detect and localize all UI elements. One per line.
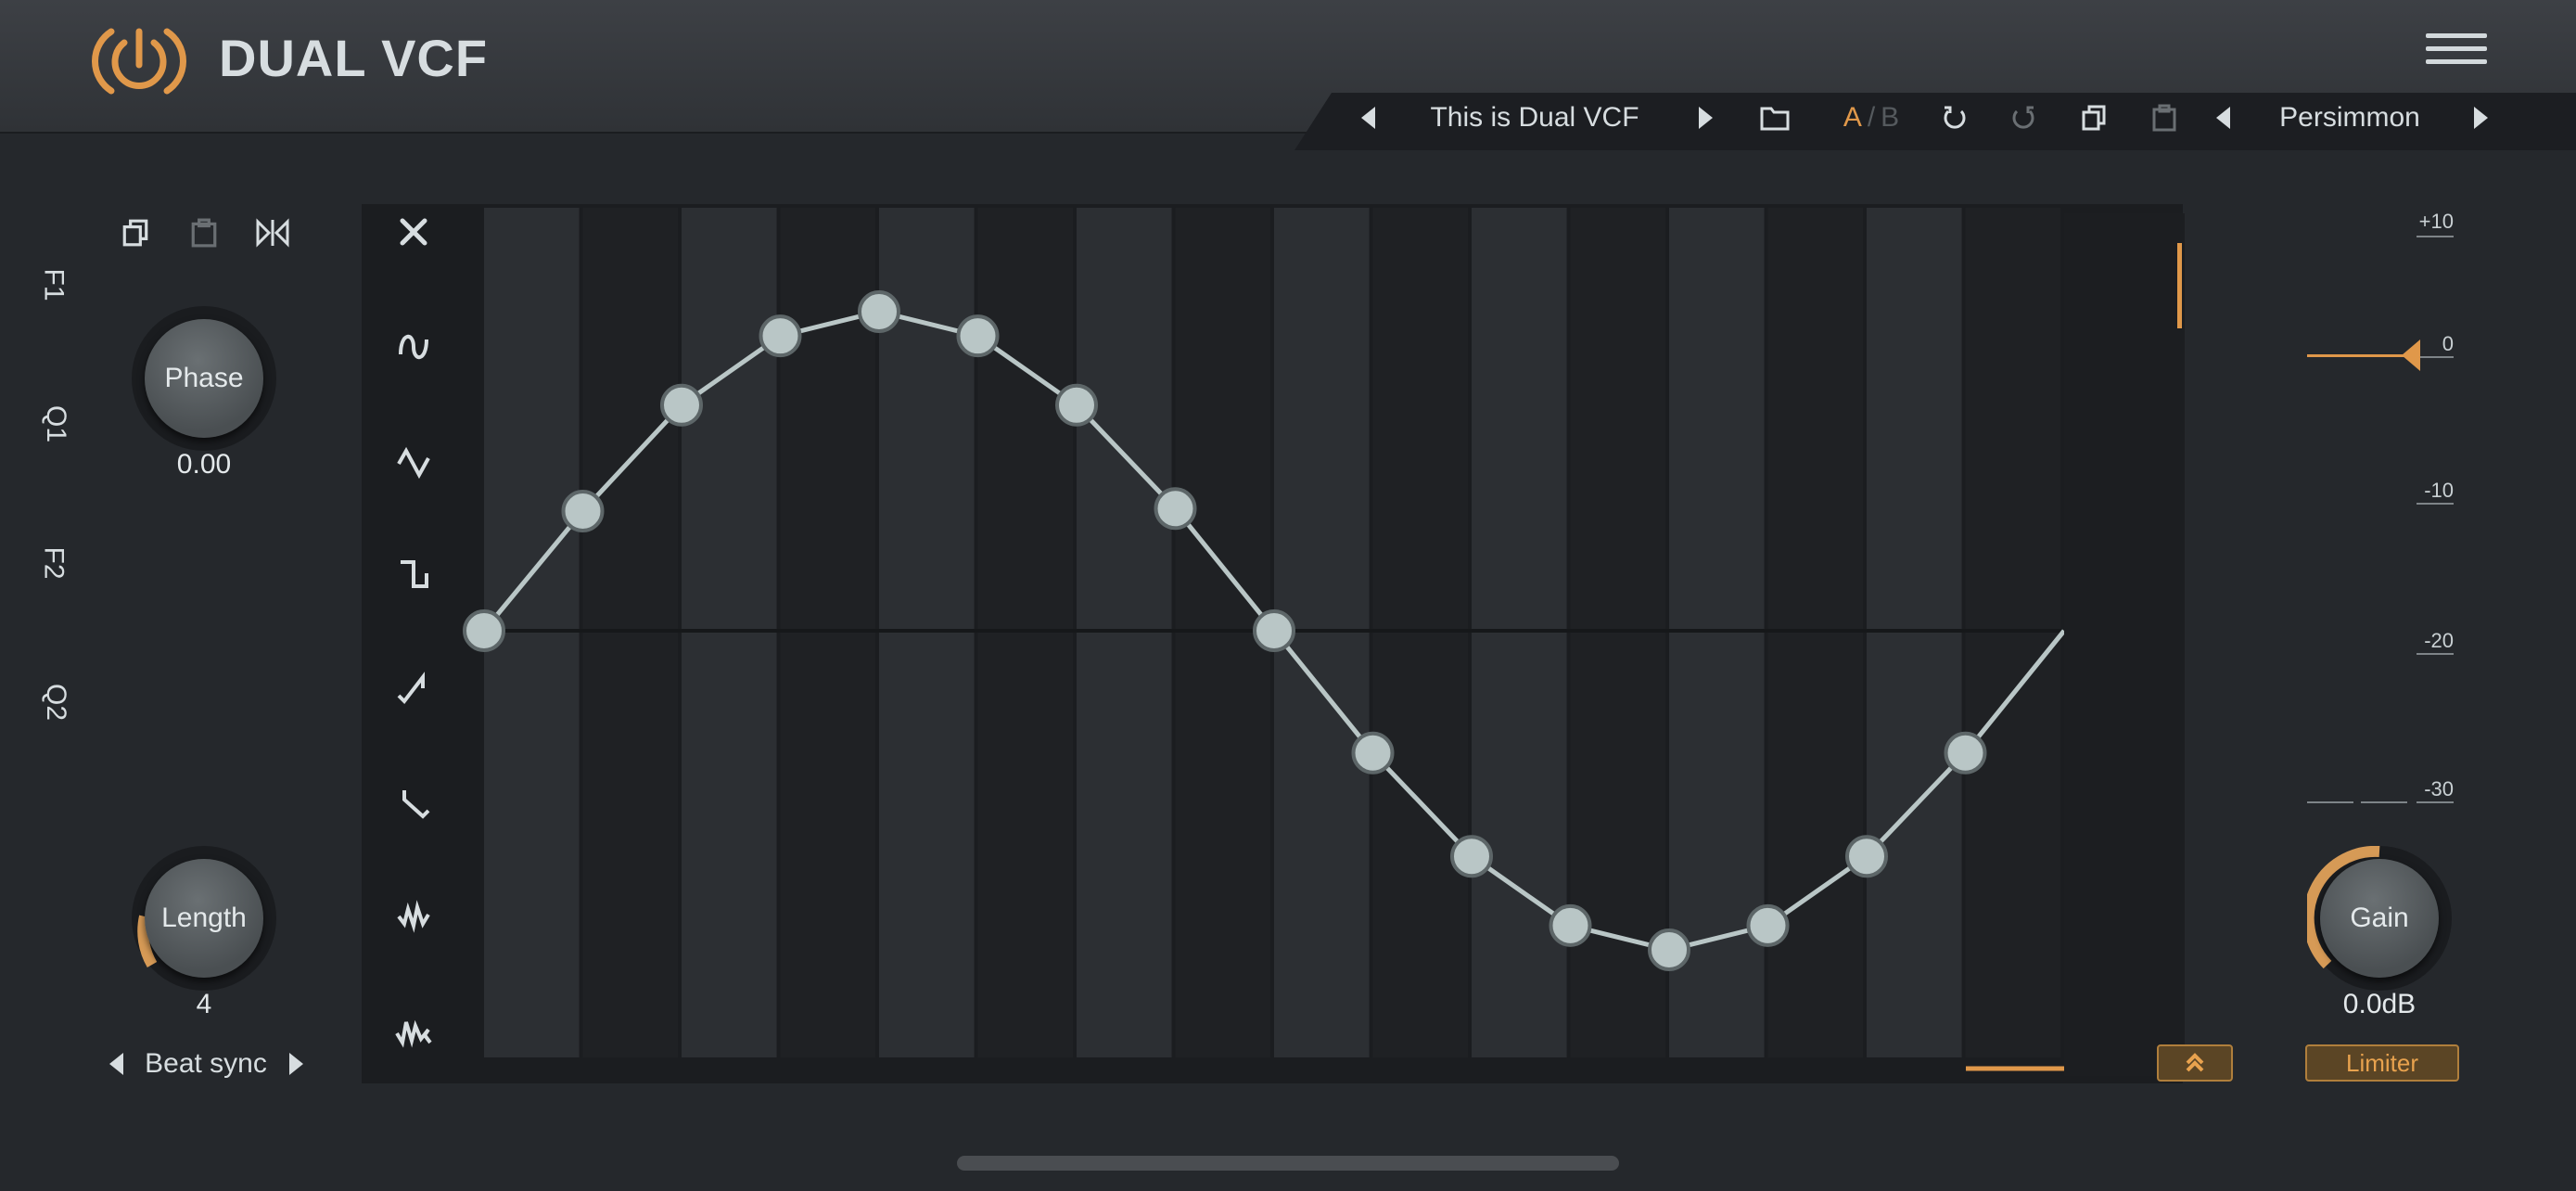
curve-point-handle[interactable] [1450,835,1493,878]
gain-knob[interactable]: Gain [2307,846,2452,991]
tab-q1[interactable]: Q1 [40,405,71,442]
scale-tick [2417,503,2454,505]
curve-point-handle[interactable] [1549,903,1592,947]
tab-f1[interactable]: F1 [38,268,70,301]
meter-mark [2361,801,2407,803]
limiter-button[interactable]: Limiter [2305,1044,2459,1082]
scale-tick [2417,356,2454,358]
curve-point-handle[interactable] [463,609,505,652]
curve-point-handle[interactable] [561,490,605,532]
scale-tick [2417,653,2454,655]
curve-point-handle[interactable] [660,383,703,427]
scale-tick [2417,801,2454,803]
scale-label-minus10: -10 [2424,479,2454,502]
curve-point-handle[interactable] [1648,928,1690,971]
scale-label-minus30: -30 [2424,777,2454,800]
active-tab-indicator [2177,243,2182,328]
curve-point-handle[interactable] [1845,835,1888,878]
plugin-window: DUAL VCF This is Dual VCF A / B Persimmo… [0,0,2576,1191]
scale-tick [2417,236,2454,237]
tab-f2[interactable]: F2 [38,546,70,579]
curve-point-handle[interactable] [956,314,1000,358]
scale-label-minus20: -20 [2424,629,2454,652]
curve-point-handle[interactable] [1154,487,1197,531]
curve-point-handle[interactable] [759,314,802,358]
expand-button[interactable] [2157,1044,2233,1082]
parameter-tabs [2064,213,2185,1076]
curve-point-handle[interactable] [1351,731,1395,775]
curve-point-handle[interactable] [1055,383,1098,427]
double-chevron-up-icon [2186,1053,2204,1072]
curve-point-handle[interactable] [1944,731,1987,775]
lfo-graph[interactable] [0,0,2576,1191]
meter-mark [2307,801,2353,803]
gain-slider-handle[interactable] [2402,339,2420,371]
curve-point-handle[interactable] [1746,903,1790,947]
gain-knob-label: Gain [2350,903,2409,933]
gain-value: 0.0dB [2342,989,2417,1019]
curve-point-handle[interactable] [858,290,900,333]
horizontal-scrollbar[interactable] [957,1156,1619,1171]
tab-q2[interactable]: Q2 [40,684,71,721]
curve-point-handle[interactable] [1253,609,1295,652]
scale-label-plus10: +10 [2418,210,2454,233]
